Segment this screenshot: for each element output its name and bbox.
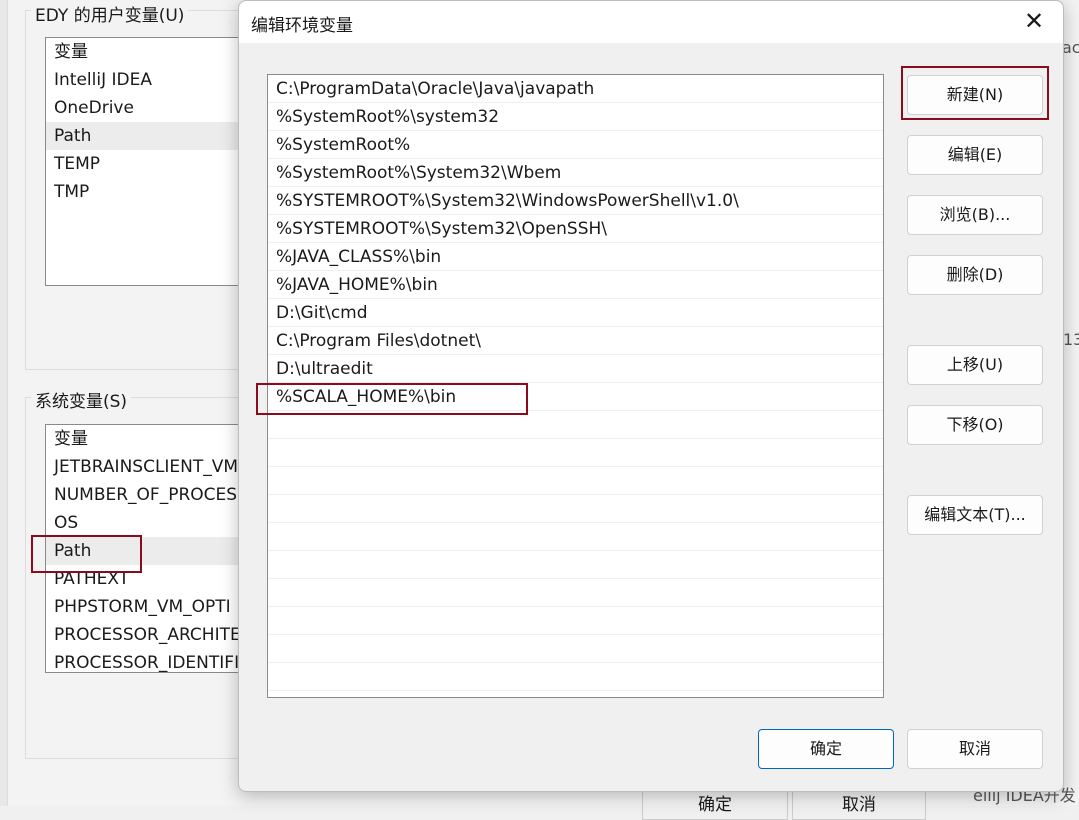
background-cancel-button[interactable]: 取消 bbox=[792, 790, 926, 820]
cancel-button[interactable]: 取消 bbox=[907, 729, 1043, 769]
path-entry-row[interactable]: %JAVA_HOME%\bin bbox=[268, 271, 883, 299]
empty-row bbox=[268, 579, 883, 607]
background-ok-button[interactable]: 确定 bbox=[642, 790, 788, 820]
path-entry-row[interactable]: %JAVA_CLASS%\bin bbox=[268, 243, 883, 271]
browse-button[interactable]: 浏览(B)... bbox=[907, 195, 1043, 235]
move-up-button[interactable]: 上移(U) bbox=[907, 345, 1043, 385]
path-entry-row[interactable]: %SYSTEMROOT%\System32\OpenSSH\ bbox=[268, 215, 883, 243]
delete-button[interactable]: 删除(D) bbox=[907, 255, 1043, 295]
edit-env-var-dialog: 编辑环境变量 ✕ C:\ProgramData\Oracle\Java\java… bbox=[238, 0, 1064, 792]
empty-row bbox=[268, 523, 883, 551]
user-vars-list[interactable]: 变量 IntelliJ IDEA OneDrive Path TEMP TMP bbox=[45, 37, 265, 286]
empty-row bbox=[268, 663, 883, 691]
empty-row bbox=[268, 607, 883, 635]
empty-row bbox=[268, 439, 883, 467]
empty-row bbox=[268, 467, 883, 495]
empty-row bbox=[268, 551, 883, 579]
user-var-row[interactable]: TEMP bbox=[46, 150, 264, 178]
edit-button[interactable]: 编辑(E) bbox=[907, 135, 1043, 175]
path-entry-row[interactable]: %SYSTEMROOT%\System32\WindowsPowerShell\… bbox=[268, 187, 883, 215]
background-fragment: ac bbox=[1062, 38, 1079, 57]
empty-row bbox=[268, 411, 883, 439]
path-entry-row[interactable]: C:\Program Files\dotnet\ bbox=[268, 327, 883, 355]
path-entry-row[interactable]: D:\Git\cmd bbox=[268, 299, 883, 327]
new-button[interactable]: 新建(N) bbox=[907, 75, 1043, 115]
system-var-row[interactable]: 变量 bbox=[46, 425, 264, 453]
system-var-row[interactable]: PHPSTORM_VM_OPTI bbox=[46, 593, 264, 621]
path-entry-row[interactable]: D:\ultraedit bbox=[268, 355, 883, 383]
system-vars-label: 系统变量(S) bbox=[31, 387, 132, 412]
title-bar: 编辑环境变量 ✕ bbox=[239, 1, 1063, 43]
system-var-row[interactable]: NUMBER_OF_PROCES bbox=[46, 481, 264, 509]
background-edge bbox=[0, 0, 8, 806]
dialog-title: 编辑环境变量 bbox=[251, 16, 353, 36]
system-var-row[interactable]: OS bbox=[46, 509, 264, 537]
user-var-row[interactable]: 变量 bbox=[46, 38, 264, 66]
edit-text-button[interactable]: 编辑文本(T)... bbox=[907, 495, 1043, 535]
user-var-row[interactable]: Path bbox=[46, 122, 264, 150]
path-entry-row[interactable]: %SystemRoot%\system32 bbox=[268, 103, 883, 131]
close-icon[interactable]: ✕ bbox=[1019, 7, 1049, 35]
system-var-row[interactable]: JETBRAINSCLIENT_VM bbox=[46, 453, 264, 481]
path-entry-row[interactable]: C:\ProgramData\Oracle\Java\javapath bbox=[268, 75, 883, 103]
new-entry-highlight-box bbox=[256, 383, 528, 415]
background-fragment: 13 bbox=[1063, 330, 1079, 349]
user-var-row[interactable]: OneDrive bbox=[46, 94, 264, 122]
system-var-row[interactable]: PROCESSOR_ARCHITE bbox=[46, 621, 264, 649]
empty-row bbox=[268, 635, 883, 663]
path-highlight-box bbox=[31, 535, 142, 573]
system-var-row[interactable]: PROCESSOR_IDENTIFI bbox=[46, 649, 264, 672]
ok-button[interactable]: 确定 bbox=[758, 729, 894, 769]
path-entry-row[interactable]: %SystemRoot% bbox=[268, 131, 883, 159]
move-down-button[interactable]: 下移(O) bbox=[907, 405, 1043, 445]
path-entry-row[interactable]: %SystemRoot%\System32\Wbem bbox=[268, 159, 883, 187]
user-var-row[interactable]: IntelliJ IDEA bbox=[46, 66, 264, 94]
user-var-row[interactable]: TMP bbox=[46, 178, 264, 206]
user-vars-label: EDY 的用户变量(U) bbox=[31, 1, 189, 26]
empty-row bbox=[268, 495, 883, 523]
